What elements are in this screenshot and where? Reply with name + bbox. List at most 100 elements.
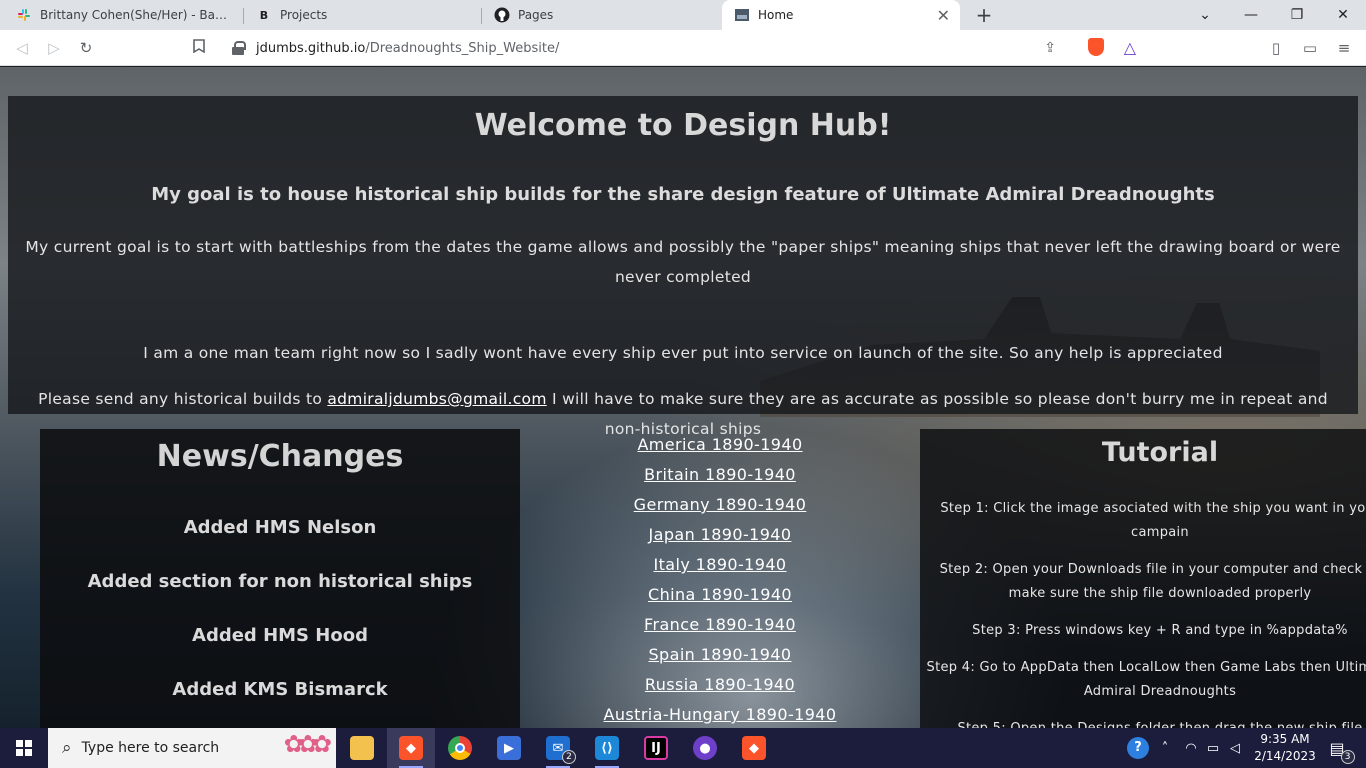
brave-app[interactable]: ◆ [387, 728, 435, 768]
system-clock[interactable]: 9:35 AM 2/14/2023 [1246, 731, 1324, 765]
nation-links: America 1890-1940 Britain 1890-1940 Germ… [560, 433, 880, 728]
page-icon [734, 7, 750, 23]
power-automate-app[interactable]: ▶ [485, 728, 533, 768]
close-window-button[interactable]: ✕ [1320, 0, 1366, 30]
battery-icon[interactable]: ▭ [1202, 728, 1224, 768]
back-button[interactable]: ◁ [10, 36, 34, 60]
nation-link-spain[interactable]: Spain 1890-1940 [560, 643, 880, 673]
news-title: News/Changes [156, 439, 404, 474]
tab-home[interactable]: Home ✕ [722, 0, 960, 30]
nation-link-britain[interactable]: Britain 1890-1940 [560, 463, 880, 493]
nation-link-america[interactable]: America 1890-1940 [560, 433, 880, 463]
new-tab-button[interactable]: + [972, 3, 996, 27]
tutorial-step: Step 4: Go to AppData then LocalLow then… [926, 660, 1366, 699]
start-button[interactable] [0, 728, 48, 768]
nation-link-china[interactable]: China 1890-1940 [560, 583, 880, 613]
brave-rewards-icon[interactable]: △ [1124, 38, 1136, 57]
brave-app-2[interactable]: ◆ [730, 728, 778, 768]
share-icon[interactable]: ⇪ [1044, 40, 1056, 56]
page-title: Welcome to Design Hub! [474, 108, 892, 143]
github-desktop-icon: ● [693, 736, 717, 760]
tab-strip: Brittany Cohen(She/Her) - Base Camp B Pr… [0, 0, 1366, 30]
taskbar-search[interactable]: ⌕ Type here to search ✿✿✿ [48, 728, 336, 768]
brave-icon: ◆ [742, 736, 766, 760]
slack-icon [16, 7, 32, 23]
nation-link-italy[interactable]: Italy 1890-1940 [560, 553, 880, 583]
news-item: Added HMS Nelson [183, 517, 377, 538]
intellij-icon: IJ [644, 736, 668, 760]
vscode-icon: ⟨⟩ [595, 736, 619, 760]
tab-projects[interactable]: B Projects [244, 0, 480, 30]
tab-title: Projects [280, 8, 328, 22]
goal-heading: My goal is to house historical ship buil… [151, 184, 1215, 205]
wallet-icon[interactable]: ▭ [1298, 36, 1322, 60]
close-tab-icon[interactable]: ✕ [937, 6, 950, 25]
tab-search-chevron-icon[interactable]: ⌄ [1182, 0, 1228, 30]
news-item: Added KMS Bismarck [172, 679, 388, 700]
power-automate-icon: ▶ [497, 736, 521, 760]
tutorial-title: Tutorial [1101, 437, 1219, 468]
taskbar: ⌕ Type here to search ✿✿✿ ◆ ▶ ✉ 2 ⟨⟩ IJ ●… [0, 728, 1366, 768]
tab-base-camp[interactable]: Brittany Cohen(She/Her) - Base Camp [4, 0, 242, 30]
tutorial-step: Step 5: Open the Designs folder then dra… [920, 717, 1366, 728]
tab-title: Brittany Cohen(She/Her) - Base Camp [40, 8, 232, 22]
lock-icon[interactable] [232, 41, 246, 55]
wifi-icon[interactable]: ◠ [1180, 728, 1202, 768]
news-item: Added section for non historical ships [87, 571, 473, 592]
brave-shield-icon[interactable] [1088, 38, 1104, 56]
welcome-section: Welcome to Design Hub! My goal is to hou… [8, 96, 1358, 438]
github-icon [494, 7, 510, 23]
notification-badge: 3 [1340, 749, 1355, 764]
file-explorer-app[interactable] [338, 728, 386, 768]
brave-icon: ◆ [399, 736, 423, 760]
url-text[interactable]: jdumbs.github.io/Dreadnoughts_Ship_Websi… [256, 41, 559, 56]
tab-title: Pages [518, 8, 554, 22]
tab-pages[interactable]: Pages [482, 0, 718, 30]
chrome-app[interactable] [436, 728, 484, 768]
search-icon: ⌕ [62, 738, 72, 758]
tutorial-step: Step 3: Press windows key + R and type i… [972, 623, 1348, 638]
search-placeholder: Type here to search [81, 740, 220, 756]
help-icon[interactable]: ? [1124, 728, 1152, 768]
windows-icon [16, 740, 32, 756]
team-text: I am a one man team right now so I sadly… [143, 344, 1223, 362]
nation-link-russia[interactable]: Russia 1890-1940 [560, 673, 880, 703]
clock-date: 2/14/2023 [1254, 749, 1316, 763]
tulips-icon: ✿✿✿ [283, 730, 332, 758]
news-panel: News/Changes Added HMS Nelson Added sect… [40, 429, 520, 728]
address-bar[interactable]: jdumbs.github.io/Dreadnoughts_Ship_Websi… [222, 33, 1144, 63]
tutorial-panel: Tutorial Step 1: Click the image asociat… [920, 429, 1366, 728]
vscode-app[interactable]: ⟨⟩ [583, 728, 631, 768]
show-hidden-icons-chevron[interactable]: ˄ [1154, 728, 1176, 768]
page-background: Welcome to Design Hub! My goal is to hou… [0, 67, 1366, 728]
mail-icon: ✉ 2 [546, 736, 576, 764]
mail-app[interactable]: ✉ 2 [534, 728, 582, 768]
tutorial-step: Step 2: Open your Downloads file in your… [939, 562, 1366, 601]
tutorial-step: Step 1: Click the image asociated with t… [940, 501, 1366, 540]
tab-title: Home [758, 8, 794, 22]
nation-link-austria-hungary[interactable]: Austria-Hungary 1890-1940 [560, 703, 880, 728]
reload-button[interactable]: ↻ [74, 36, 98, 60]
menu-icon[interactable]: ≡ [1332, 36, 1356, 60]
bookmark-icon[interactable] [187, 36, 211, 60]
clock-time: 9:35 AM [1260, 732, 1310, 746]
forward-button[interactable]: ▷ [42, 36, 66, 60]
nation-link-france[interactable]: France 1890-1940 [560, 613, 880, 643]
sidebar-icon[interactable]: ▯ [1264, 36, 1288, 60]
restore-button[interactable]: ❐ [1274, 0, 1320, 30]
github-desktop-app[interactable]: ● [681, 728, 729, 768]
news-item: Added HMS Hood [192, 625, 368, 646]
current-goal-text: My current goal is to start with battles… [25, 238, 1341, 286]
volume-icon[interactable]: ◁ [1224, 728, 1246, 768]
minimize-button[interactable]: — [1228, 0, 1274, 30]
chrome-icon [448, 736, 472, 760]
email-link[interactable]: admiraljdumbs@gmail.com [327, 390, 546, 408]
nation-link-germany[interactable]: Germany 1890-1940 [560, 493, 880, 523]
nation-link-japan[interactable]: Japan 1890-1940 [560, 523, 880, 553]
mail-badge: 2 [562, 750, 576, 764]
bootstrap-icon: B [259, 8, 269, 22]
browser-toolbar: ◁ ▷ ↻ jdumbs.github.io/Dreadnoughts_Ship… [0, 30, 1366, 66]
folder-icon [350, 736, 374, 760]
intellij-app[interactable]: IJ [632, 728, 680, 768]
notifications-icon[interactable]: ▤ 3 [1322, 728, 1355, 768]
